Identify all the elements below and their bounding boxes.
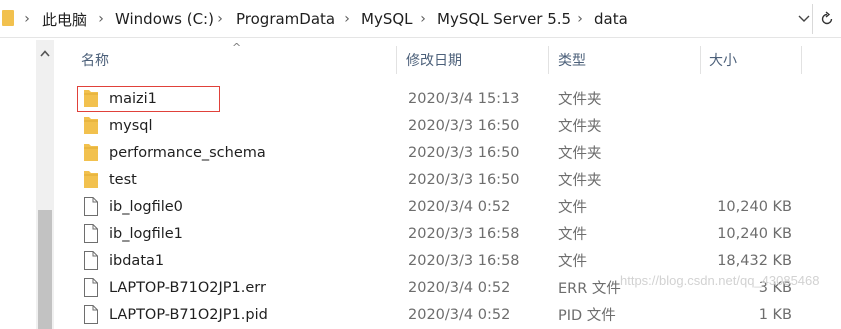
file-name: ibdata1 xyxy=(109,252,165,269)
column-header-name-label: 名称 xyxy=(81,53,109,69)
scroll-up-arrow-icon[interactable] xyxy=(36,40,54,66)
column-header-size-label: 大小 xyxy=(709,53,737,69)
list-item-folder[interactable]: performance_schema 2020/3/3 16:50 文件夹 xyxy=(54,139,841,166)
file-name: LAPTOP-B71O2JP1.pid xyxy=(109,306,268,323)
column-header-row: ^ 名称 修改日期 类型 大小 xyxy=(54,40,841,80)
list-item-file[interactable]: LAPTOP-B71O2JP1.pid 2020/3/4 0:52 PID 文件… xyxy=(54,301,841,328)
breadcrumb-separator[interactable]: › xyxy=(20,9,34,29)
breadcrumb-this-pc[interactable]: 此电脑 xyxy=(42,9,87,29)
folder-icon xyxy=(2,10,14,26)
file-name: test xyxy=(109,171,137,188)
watermark: https://blog.csdn.net/qq_43085468 xyxy=(620,273,820,288)
breadcrumb-separator[interactable]: › xyxy=(416,9,430,29)
breadcrumb-programdata[interactable]: ProgramData xyxy=(236,9,335,29)
file-icon xyxy=(84,278,102,297)
file-date-modified: 2020/3/3 16:50 xyxy=(408,144,520,161)
list-item-folder[interactable]: test 2020/3/3 16:50 文件夹 xyxy=(54,166,841,193)
file-type: PID 文件 xyxy=(558,308,616,324)
column-header-name[interactable]: 名称 xyxy=(73,40,396,80)
file-date-modified: 2020/3/3 16:50 xyxy=(408,171,520,188)
breadcrumb-separator[interactable]: › xyxy=(573,9,587,29)
file-type: 文件夹 xyxy=(558,119,602,135)
scrollbar-thumb[interactable] xyxy=(38,210,52,329)
file-size: 10,240 KB xyxy=(717,225,792,242)
file-size: 18,432 KB xyxy=(717,252,792,269)
file-type: 文件 xyxy=(558,227,587,243)
list-item-file[interactable]: ib_logfile0 2020/3/4 0:52 文件 10,240 KB xyxy=(54,193,841,220)
file-type: 文件 xyxy=(558,200,587,216)
breadcrumb-separator[interactable]: › xyxy=(340,9,354,29)
column-divider[interactable] xyxy=(548,46,549,74)
column-header-date-label: 修改日期 xyxy=(406,53,462,69)
file-name: maizi1 xyxy=(109,90,157,107)
breadcrumb-separator[interactable]: › xyxy=(94,9,108,29)
file-icon xyxy=(84,305,102,324)
file-date-modified: 2020/3/3 16:58 xyxy=(408,252,520,269)
file-type: 文件夹 xyxy=(558,146,602,162)
column-header-type[interactable]: 类型 xyxy=(550,40,700,80)
vertical-scrollbar[interactable] xyxy=(36,40,54,329)
file-name: ib_logfile1 xyxy=(109,225,183,242)
file-date-modified: 2020/3/4 0:52 xyxy=(408,306,511,323)
file-icon xyxy=(84,197,102,216)
breadcrumb-mysql-server[interactable]: MySQL Server 5.5 xyxy=(437,9,571,29)
folder-icon xyxy=(84,143,102,162)
folder-icon xyxy=(84,170,102,189)
file-icon xyxy=(84,224,102,243)
file-type: 文件夹 xyxy=(558,92,602,108)
column-header-size[interactable]: 大小 xyxy=(701,40,801,80)
file-date-modified: 2020/3/3 16:58 xyxy=(408,225,520,242)
file-name: LAPTOP-B71O2JP1.err xyxy=(109,279,266,296)
address-bar[interactable]: › 此电脑 › Windows (C:) › ProgramData › MyS… xyxy=(0,0,841,38)
file-type: ERR 文件 xyxy=(558,281,621,297)
file-icon xyxy=(84,251,102,270)
file-date-modified: 2020/3/4 0:52 xyxy=(408,198,511,215)
file-type: 文件夹 xyxy=(558,173,602,189)
breadcrumb-separator[interactable]: › xyxy=(213,9,227,29)
column-header-type-label: 类型 xyxy=(558,53,586,69)
file-date-modified: 2020/3/4 0:52 xyxy=(408,279,511,296)
refresh-icon xyxy=(821,11,833,25)
breadcrumb-mysql[interactable]: MySQL xyxy=(361,9,413,29)
list-item-folder[interactable]: mysql 2020/3/3 16:50 文件夹 xyxy=(54,112,841,139)
list-item-file[interactable]: ib_logfile1 2020/3/3 16:58 文件 10,240 KB xyxy=(54,220,841,247)
folder-icon xyxy=(84,116,102,135)
column-header-date[interactable]: 修改日期 xyxy=(398,40,548,80)
file-date-modified: 2020/3/3 16:50 xyxy=(408,117,520,134)
file-name: performance_schema xyxy=(109,144,266,161)
file-type: 文件 xyxy=(558,254,587,270)
list-item-folder[interactable]: maizi1 2020/3/4 15:13 文件夹 xyxy=(54,85,841,112)
column-divider[interactable] xyxy=(396,46,397,74)
file-name: mysql xyxy=(109,117,153,134)
file-size: 1 KB xyxy=(758,306,792,323)
file-name: ib_logfile0 xyxy=(109,198,183,215)
breadcrumb-data[interactable]: data xyxy=(594,9,628,29)
file-size: 10,240 KB xyxy=(717,198,792,215)
breadcrumb-windows-c[interactable]: Windows (C:) xyxy=(115,9,214,29)
file-date-modified: 2020/3/4 15:13 xyxy=(408,90,520,107)
folder-icon xyxy=(84,89,102,108)
column-divider[interactable] xyxy=(801,46,802,74)
list-item-file[interactable]: ibdata1 2020/3/3 16:58 文件 18,432 KB xyxy=(54,247,841,274)
refresh-button[interactable] xyxy=(812,4,841,34)
chevron-down-icon[interactable] xyxy=(797,9,811,29)
